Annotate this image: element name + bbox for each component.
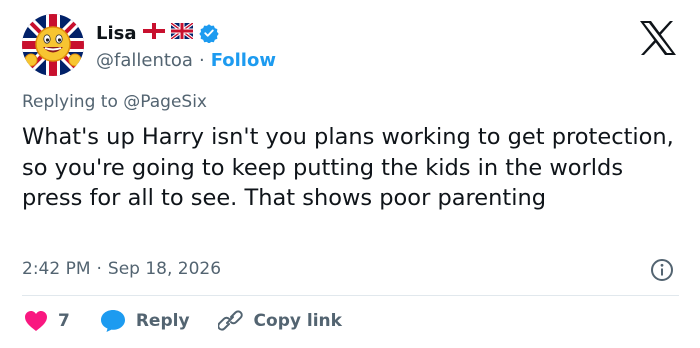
divider <box>22 295 679 296</box>
reply-label: Reply <box>135 311 190 331</box>
user-name-row: Lisa <box>96 20 219 46</box>
copy-link-button[interactable]: Copy link <box>217 309 342 333</box>
link-icon <box>217 310 243 331</box>
uk-flag-icon <box>169 21 194 43</box>
tweet-text: What's up Harry isn't you plans working … <box>22 124 674 211</box>
tweet-date: Sep 18, 2026 <box>107 259 222 279</box>
like-button[interactable]: 7 <box>24 310 70 332</box>
replying-to: Replying to @PageSix <box>22 92 207 112</box>
handle-separator: · <box>198 49 205 71</box>
speech-bubble-icon <box>100 310 125 332</box>
tweet-time: 2:42 PM <box>22 259 91 279</box>
reply-button[interactable]: Reply <box>100 309 190 333</box>
user-name[interactable]: Lisa <box>96 23 137 44</box>
avatar[interactable] <box>22 14 84 76</box>
reply-mention-link[interactable]: @PageSix <box>123 92 207 112</box>
x-logo-icon[interactable] <box>638 20 678 56</box>
verified-badge-icon <box>198 23 219 44</box>
timestamp-separator: · <box>96 259 102 279</box>
tweet-timestamp[interactable]: 2:42 PM · Sep 18, 2026 <box>22 257 221 281</box>
england-flag-icon <box>142 23 165 43</box>
copy-link-label: Copy link <box>253 311 342 331</box>
follow-button[interactable]: Follow <box>211 50 276 71</box>
user-handle[interactable]: @fallentoa <box>96 50 193 71</box>
tweet-actions: 7 Reply Copy link <box>24 308 342 334</box>
smiley-avatar-icon <box>22 14 84 76</box>
heart-icon <box>25 311 47 331</box>
replying-to-label: Replying to <box>22 92 118 112</box>
like-count: 7 <box>58 311 70 331</box>
info-icon[interactable] <box>650 258 674 282</box>
user-handle-row: @fallentoa · Follow <box>96 48 276 72</box>
